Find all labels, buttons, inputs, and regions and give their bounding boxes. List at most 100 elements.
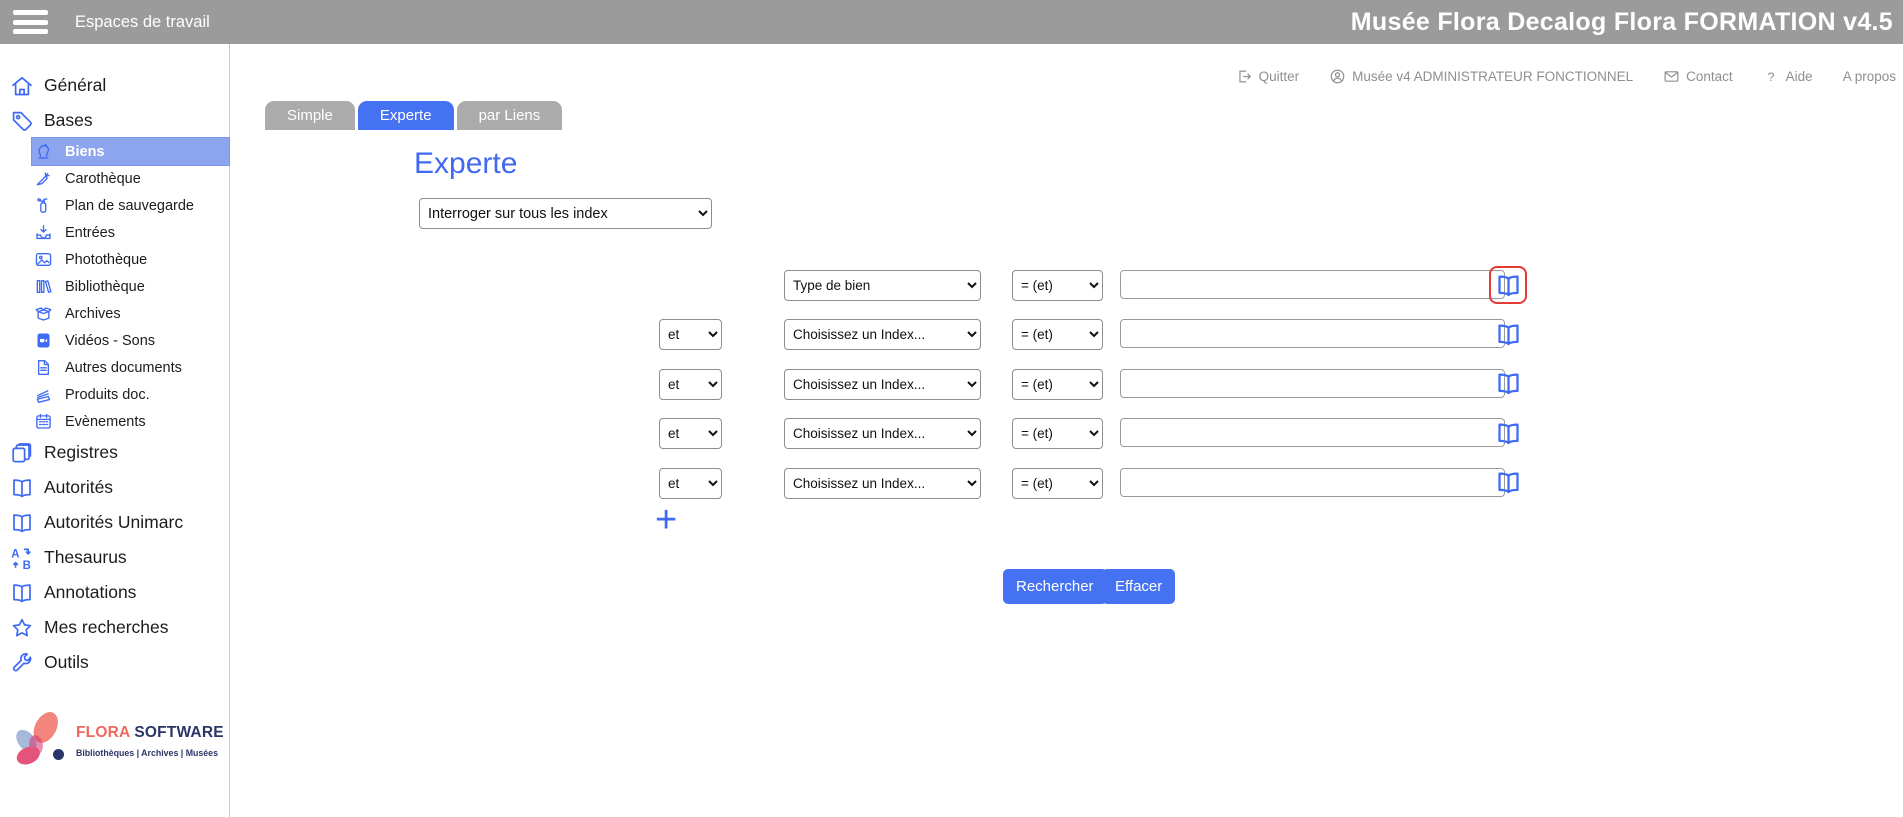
index-scope-select[interactable]: Interroger sur tous les index [419, 198, 712, 229]
index-lookup-button[interactable] [1489, 365, 1527, 403]
clear-button[interactable]: Effacer [1102, 569, 1176, 604]
sidebar-item-plan-de-sauvegarde[interactable]: Plan de sauvegarde [32, 192, 229, 219]
tag-icon [10, 109, 34, 133]
star-icon [10, 616, 34, 640]
sidebar-item-annotations[interactable]: Annotations [0, 575, 229, 610]
query-row: et Choisissez un Index... = (et) [0, 418, 1903, 450]
utility-label: Aide [1785, 69, 1813, 84]
photo-icon [34, 250, 53, 269]
sidebar-item-label: Thesaurus [44, 547, 127, 567]
index-lookup-button[interactable] [1489, 315, 1527, 353]
app-header: Espaces de travail Musée Flora Decalog F… [0, 0, 1903, 44]
utility-label: Contact [1686, 69, 1733, 84]
utility-label: Quitter [1258, 69, 1300, 84]
index-select[interactable]: Choisissez un Index... [784, 418, 981, 450]
query-row: et Choisissez un Index... = (et) [0, 319, 1903, 351]
sidebar-item-label: Plan de sauvegarde [65, 197, 194, 214]
sidebar-item-label: Entrées [65, 224, 115, 241]
utility-contact[interactable]: Contact [1663, 68, 1733, 85]
query-row: et Choisissez un Index... = (et) [0, 467, 1903, 499]
sidebar-item-label: Annotations [44, 582, 137, 602]
wrench-icon [10, 651, 34, 675]
search-value-input[interactable] [1120, 368, 1505, 398]
index-select[interactable]: Choisissez un Index... [784, 467, 981, 499]
search-value-input[interactable] [1120, 270, 1505, 299]
utility-a-propos[interactable]: A propos [1843, 69, 1896, 84]
sidebar-item-label: Carothèque [65, 170, 141, 187]
sidebar-item-general[interactable]: Général [0, 68, 229, 103]
sidebar-item-carotheque[interactable]: Carothèque [32, 165, 229, 192]
open-book-icon [1495, 420, 1522, 447]
inbox-arrow-icon [34, 223, 53, 242]
svg-text:B: B [23, 560, 31, 570]
butterfly-icon [16, 712, 58, 765]
brand-name: FLORA SOFTWARE [76, 724, 224, 742]
brand-software: SOFTWARE [134, 724, 224, 741]
utility-bar: Quitter Musée v4 ADMINISTRATEUR FONCTIONN… [1236, 68, 1896, 85]
sidebar-item-label: Outils [44, 652, 89, 672]
sidebar-item-outils[interactable]: Outils [0, 645, 229, 680]
brand-tagline: Bibliothèques | Archives | Musées [76, 748, 218, 758]
search-value-input[interactable] [1120, 319, 1505, 349]
app-title: Musée Flora Decalog Flora FORMATION v4.5 [1350, 7, 1893, 36]
utility-aide[interactable]: ? Aide [1763, 68, 1813, 85]
index-lookup-button[interactable] [1489, 414, 1527, 452]
brand-flora: FLORA [76, 724, 130, 741]
query-row: Type de bien = (et) [0, 266, 1903, 304]
app-root: Espaces de travail Musée Flora Decalog F… [0, 0, 1903, 817]
sidebar-item-label: Mes recherches [44, 617, 169, 637]
open-book-icon [1495, 370, 1522, 397]
boolean-operator-select[interactable]: et [659, 467, 722, 499]
comparison-operator-select[interactable]: = (et) [1012, 467, 1103, 499]
home-icon [10, 74, 34, 98]
index-select[interactable]: Choisissez un Index... [784, 368, 981, 400]
open-book-icon [1495, 321, 1522, 348]
utility-musee-v4-administrateur-fonctionnel[interactable]: Musée v4 ADMINISTRATEUR FONCTIONNEL [1329, 68, 1633, 85]
sidebar-item-autorites-unimarc[interactable]: Autorités Unimarc [0, 505, 229, 540]
user-circle-icon [1329, 68, 1346, 85]
open-book-icon [10, 511, 34, 535]
boolean-operator-select[interactable]: et [659, 368, 722, 400]
svg-text:A: A [11, 548, 19, 560]
comparison-operator-select[interactable]: = (et) [1012, 270, 1103, 301]
sidebar-item-entrees[interactable]: Entrées [32, 219, 229, 246]
comparison-operator-select[interactable]: = (et) [1012, 319, 1103, 351]
tab-experte[interactable]: Experte [357, 101, 454, 130]
add-row-button[interactable]: + [655, 501, 677, 539]
index-lookup-button[interactable] [1489, 266, 1527, 304]
sidebar-item-label: Général [44, 75, 107, 95]
tab-par-liens[interactable]: par Liens [456, 101, 563, 130]
index-select[interactable]: Type de bien [784, 270, 981, 301]
open-book-icon [1495, 272, 1522, 299]
sidebar-item-label: Biens [65, 143, 105, 160]
index-lookup-button[interactable] [1489, 464, 1527, 502]
comparison-operator-select[interactable]: = (et) [1012, 368, 1103, 400]
sidebar-item-label: Bases [44, 110, 93, 130]
boolean-operator-select[interactable]: et [659, 319, 722, 351]
boolean-operator-select[interactable]: et [659, 418, 722, 450]
question-icon: ? [1763, 68, 1780, 85]
sidebar-nav: Général Bases Biens Carothèque Plan de sauve… [0, 44, 230, 680]
extinguisher-icon [34, 196, 53, 215]
search-button[interactable]: Rechercher [1003, 569, 1107, 604]
tab-simple[interactable]: Simple [265, 101, 355, 130]
sidebar-item-phototheque[interactable]: Photothèque [32, 246, 229, 273]
sidebar-item-biens[interactable]: Biens [31, 137, 230, 166]
workspace-label: Espaces de travail [75, 12, 210, 31]
bust-icon [34, 142, 53, 161]
flora-logo: FLORA SOFTWARE Bibliothèques | Archives … [7, 706, 225, 798]
sidebar-item-bases[interactable]: Bases [0, 103, 229, 138]
search-value-input[interactable] [1120, 418, 1505, 448]
sidebar-item-mes-recherches[interactable]: Mes recherches [0, 610, 229, 645]
comparison-operator-select[interactable]: = (et) [1012, 418, 1103, 450]
sidebar-item-thesaurus[interactable]: A B Thesaurus [0, 540, 229, 575]
open-book-icon [10, 581, 34, 605]
svg-text:?: ? [1767, 70, 1774, 84]
search-value-input[interactable] [1120, 467, 1505, 497]
index-select[interactable]: Choisissez un Index... [784, 319, 981, 351]
carrot-icon [34, 169, 53, 188]
utility-quitter[interactable]: Quitter [1236, 68, 1300, 85]
sidebar-item-label: Photothèque [65, 251, 148, 268]
hamburger-icon[interactable] [13, 10, 48, 34]
sort-ab-icon: AB [10, 546, 34, 570]
